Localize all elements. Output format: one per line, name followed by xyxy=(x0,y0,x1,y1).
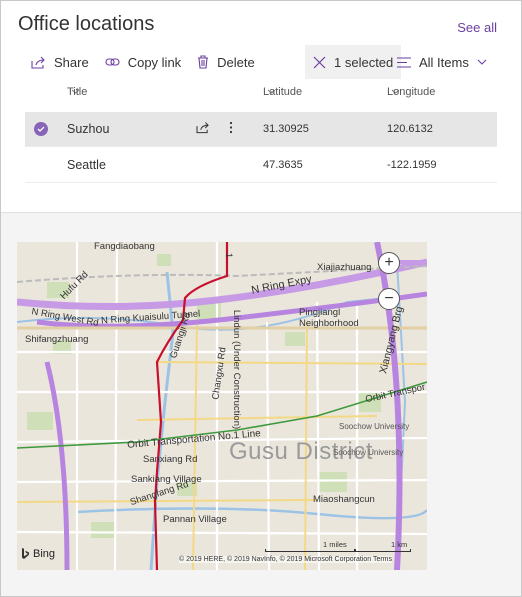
webpart-title: Office locations xyxy=(18,13,155,35)
scale-bar-miles xyxy=(265,549,355,552)
column-title-label: Title xyxy=(67,85,88,98)
map-label: Shifangzhuang xyxy=(25,334,89,345)
zoom-in-button[interactable]: + xyxy=(378,252,400,274)
bing-logo: Bing xyxy=(21,548,55,560)
map-label: Pannan Village xyxy=(163,514,227,525)
link-icon xyxy=(105,57,120,67)
map-label: 1 xyxy=(223,252,235,259)
delete-button[interactable]: Delete xyxy=(191,45,261,79)
clear-selection-button[interactable]: 1 selected xyxy=(305,45,402,79)
list-view-icon xyxy=(397,56,411,68)
plus-icon: + xyxy=(384,254,394,271)
selected-count: 1 selected xyxy=(334,54,394,70)
map-view[interactable]: Fangdiaobang Xiajiazhuang Hufu Rd N Ring… xyxy=(17,242,427,570)
map-label: Soochow University xyxy=(333,448,404,457)
checkmark-icon[interactable] xyxy=(34,122,48,136)
bing-label: Bing xyxy=(33,548,56,560)
map-label: Sanxiang Rd xyxy=(143,454,198,465)
minus-icon: − xyxy=(384,290,394,307)
scale-bar-km xyxy=(355,549,411,552)
row-title: Suzhou xyxy=(67,122,110,136)
map-label: Xiajiazhuang xyxy=(317,262,372,273)
column-latitude-label: Latitude xyxy=(263,85,303,98)
chevron-down-icon xyxy=(477,59,487,65)
scale-miles: 1 miles xyxy=(323,540,347,549)
map-attribution[interactable]: © 2019 HERE, © 2019 NavInfo, © 2019 Micr… xyxy=(179,556,392,563)
map-label: Lindun (Under Construction) xyxy=(231,309,243,430)
map-label: Miaoshangcun xyxy=(313,494,375,505)
row-longitude: 120.6132 xyxy=(387,123,433,135)
column-title[interactable]: Title xyxy=(67,86,87,98)
column-longitude-label: Longitude xyxy=(387,85,436,98)
copy-link-label: Copy link xyxy=(127,54,182,70)
close-icon xyxy=(313,56,326,69)
share-label: Share xyxy=(54,54,89,70)
column-latitude[interactable]: Latitude xyxy=(263,86,302,98)
map-label: Fangdiaobang xyxy=(94,242,155,252)
trash-icon xyxy=(197,55,209,69)
row-latitude: 31.30925 xyxy=(263,123,309,135)
see-all-link[interactable]: See all xyxy=(457,20,497,35)
share-button[interactable]: Share xyxy=(25,45,95,79)
zoom-out-button[interactable]: − xyxy=(378,288,400,310)
bing-icon xyxy=(22,548,29,559)
scale-km: 1 km xyxy=(391,540,408,549)
share-icon xyxy=(31,56,46,69)
table-row[interactable]: Seattle 47.3635 -122.1959 xyxy=(25,148,497,183)
row-longitude: -122.1959 xyxy=(387,159,437,171)
view-switcher[interactable]: All Items xyxy=(391,45,493,79)
share-icon[interactable] xyxy=(196,122,210,137)
map-label: Pingjiangl xyxy=(299,307,341,318)
list-webpart: Office locations See all Share Copy link… xyxy=(1,1,521,213)
map-label: Soochow University xyxy=(339,422,410,431)
delete-label: Delete xyxy=(217,54,255,70)
row-title: Seattle xyxy=(67,158,106,172)
copy-link-button[interactable]: Copy link xyxy=(99,45,187,79)
more-options-icon[interactable] xyxy=(229,121,233,137)
view-label: All Items xyxy=(419,54,469,70)
map-label: Neighborhood xyxy=(299,318,359,329)
list-header: Title Latitude Longitude xyxy=(25,86,497,111)
map-label: Sankiang Village xyxy=(131,474,202,485)
column-longitude[interactable]: Longitude xyxy=(387,86,435,98)
command-bar: Share Copy link Delete 1 selected All It… xyxy=(25,45,497,79)
table-row[interactable]: Suzhou 31.30925 120.6132 xyxy=(25,112,497,147)
row-latitude: 47.3635 xyxy=(263,159,303,171)
